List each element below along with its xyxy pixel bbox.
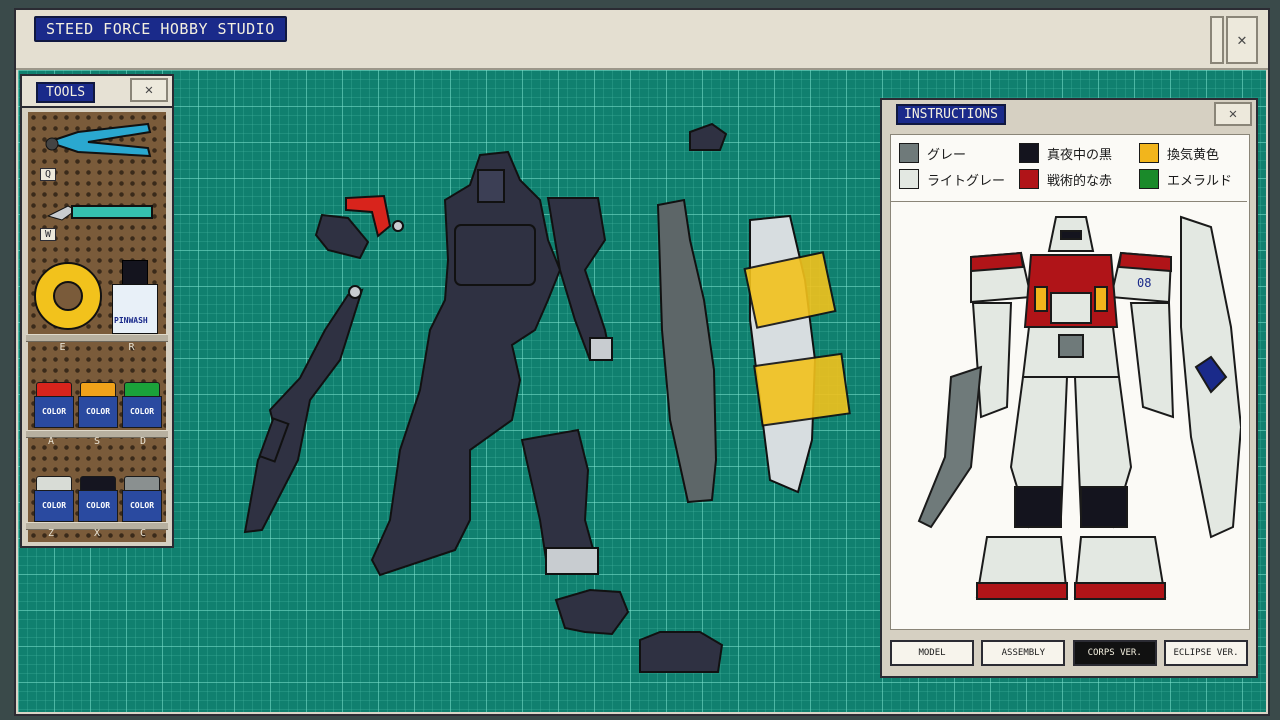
paint-green-label: COLOR [122, 396, 162, 428]
paint-green[interactable]: COLOR [122, 382, 162, 428]
pinwash-bottle[interactable]: PINWASH [112, 260, 158, 334]
key-d: D [139, 436, 147, 447]
instructions-header: INSTRUCTIONS ✕ [882, 100, 1256, 130]
shoulder-piece-part[interactable] [314, 213, 370, 260]
nippers-tool[interactable] [38, 120, 156, 164]
knife-key: W [40, 228, 57, 241]
grey-swatch [899, 143, 919, 163]
tools-header: TOOLS ✕ [22, 76, 172, 108]
instructions-close-button[interactable]: ✕ [1214, 102, 1252, 126]
tab-model[interactable]: MODEL [890, 640, 974, 666]
light-grey-swatch [899, 169, 919, 189]
hobby-knife-tool[interactable] [42, 196, 160, 232]
paint-black[interactable]: COLOR [78, 476, 118, 522]
shelf-1 [26, 334, 168, 342]
tab-corps-ver[interactable]: CORPS VER. [1072, 640, 1157, 666]
shelf-3-keys: Z X C [28, 528, 166, 539]
instructions-body: グレー 真夜中の黒 換気黄色 ライトグレー 戦術的な赤 エメラルド 08 [890, 134, 1250, 630]
legend-divider [891, 201, 1247, 202]
black-swatch [1019, 143, 1039, 163]
legend-label: 戦術的な赤 [1047, 173, 1113, 189]
instructions-title: INSTRUCTIONS [896, 104, 1006, 125]
key-x: X [93, 528, 101, 539]
tools-panel: TOOLS ✕ Q W PINWASH E R COLOR COLOR COLO… [20, 74, 174, 548]
legend-vent-yellow: 換気黄色 [1139, 143, 1219, 163]
taped-shield-part[interactable] [743, 214, 851, 494]
key-a: A [47, 436, 55, 447]
legend-grey: グレー [899, 143, 966, 163]
paint-grey-label: COLOR [122, 490, 162, 522]
knee-part[interactable] [554, 588, 630, 636]
head-crest-part[interactable] [689, 122, 728, 151]
torso-legs-part[interactable] [370, 150, 562, 577]
legend-emerald: エメラルド [1139, 169, 1232, 189]
shoulder-number: 08 [1137, 276, 1151, 290]
tab-eclipse-ver[interactable]: ECLIPSE VER. [1163, 640, 1248, 666]
emerald-swatch [1139, 169, 1159, 189]
masking-tape-tool[interactable] [32, 260, 104, 332]
key-z: Z [47, 528, 55, 539]
legend-label: 真夜中の黒 [1047, 147, 1113, 163]
key-e: E [59, 342, 66, 353]
color-legend: グレー 真夜中の黒 換気黄色 ライトグレー 戦術的な赤 エメラルド [899, 143, 1239, 195]
legend-light-grey: ライトグレー [899, 169, 1005, 189]
paint-light-grey-label: COLOR [34, 490, 74, 522]
tools-close-button[interactable]: ✕ [130, 78, 168, 102]
red-swatch [1019, 169, 1039, 189]
reference-model-illustration: 08 [917, 215, 1241, 600]
lower-leg-part[interactable] [520, 428, 599, 575]
instruction-tabs: MODEL ASSEMBLY CORPS VER. ECLIPSE VER. [890, 640, 1248, 670]
paint-grey[interactable]: COLOR [122, 476, 162, 522]
yellow-swatch [1139, 143, 1159, 163]
pinwash-label: PINWASH [114, 316, 148, 325]
legend-label: 換気黄色 [1167, 147, 1220, 163]
legend-label: ライトグレー [927, 173, 1006, 189]
key-r: R [128, 342, 135, 353]
shelf-2-keys: A S D [28, 436, 166, 447]
window-close-button[interactable]: ✕ [1226, 16, 1258, 64]
key-s: S [93, 436, 101, 447]
legend-midnight-black: 真夜中の黒 [1019, 143, 1112, 163]
nippers-key: Q [40, 168, 57, 181]
rifle-part[interactable] [243, 285, 364, 534]
right-arm-part[interactable] [546, 197, 613, 362]
paint-yellow[interactable]: COLOR [78, 382, 118, 428]
window-side-control[interactable] [1210, 16, 1224, 64]
instructions-panel: INSTRUCTIONS ✕ グレー 真夜中の黒 換気黄色 ライトグレー 戦術的… [880, 98, 1258, 678]
key-c: C [139, 528, 147, 539]
shelf-1-keys: E R [28, 342, 166, 353]
paint-red[interactable]: COLOR [34, 382, 74, 428]
legend-label: エメラルド [1167, 173, 1233, 189]
tab-assembly[interactable]: ASSEMBLY [981, 640, 1066, 666]
legend-tactical-red: 戦術的な赤 [1019, 169, 1112, 189]
paint-black-label: COLOR [78, 490, 118, 522]
shield-part[interactable] [656, 198, 718, 504]
tools-title: TOOLS [36, 82, 96, 103]
paint-light-grey[interactable]: COLOR [34, 476, 74, 522]
legend-label: グレー [927, 147, 967, 163]
foot-part[interactable] [639, 631, 724, 673]
paint-yellow-label: COLOR [78, 396, 118, 428]
paint-red-label: COLOR [34, 396, 74, 428]
pegboard: Q W PINWASH E R COLOR COLOR COLOR A S D … [26, 112, 168, 542]
